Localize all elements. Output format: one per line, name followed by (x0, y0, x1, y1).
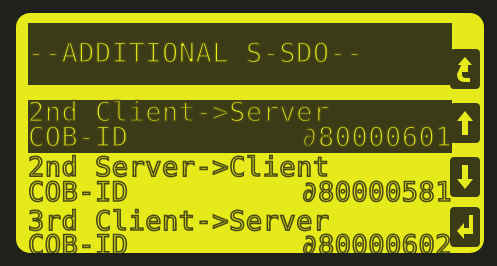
screen-title: --ADDITIONAL S-SDO-- (27, 38, 364, 69)
arrow-up-icon (457, 111, 473, 135)
row-2-cob-label: COB-ID (27, 177, 129, 208)
back-softkey[interactable] (450, 49, 480, 89)
row-1-cob-label: COB-ID (27, 122, 129, 153)
enter-icon (457, 215, 473, 239)
row-2-cob-value: ∂80000581 (300, 177, 452, 208)
row-3-cob[interactable]: COB-ID ∂80000602 (27, 230, 452, 253)
lcd-content: --ADDITIONAL S-SDO-- 2nd Client->Server … (27, 23, 452, 253)
device-bezel: --ADDITIONAL S-SDO-- 2nd Client->Server … (0, 0, 497, 266)
up-softkey[interactable] (450, 103, 480, 143)
lcd-screen: --ADDITIONAL S-SDO-- 2nd Client->Server … (16, 13, 484, 253)
enter-softkey[interactable] (450, 207, 480, 247)
down-softkey[interactable] (450, 157, 480, 197)
row-3-cob-value: ∂80000602 (300, 230, 452, 253)
back-arrow-icon (457, 57, 472, 82)
row-1-cob-value: ∂80000601 (300, 122, 452, 153)
row-2-cob[interactable]: COB-ID ∂80000581 (27, 177, 452, 208)
arrow-down-icon (457, 165, 473, 189)
row-3-cob-label: COB-ID (27, 230, 129, 253)
row-1-cob[interactable]: COB-ID ∂80000601 (27, 122, 452, 153)
